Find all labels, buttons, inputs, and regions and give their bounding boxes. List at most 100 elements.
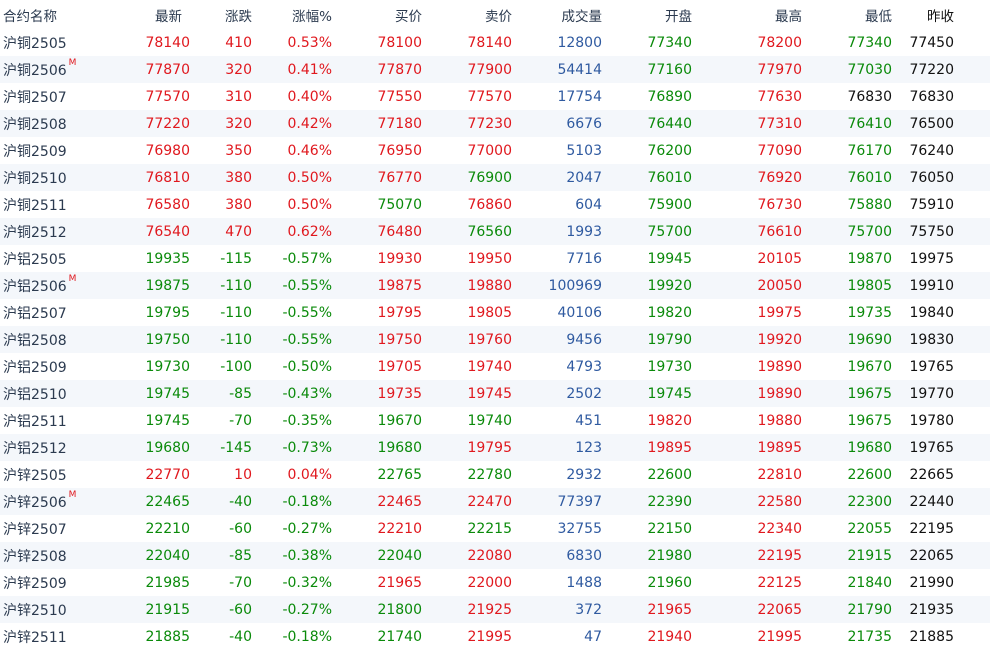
- contract-name-cell[interactable]: 沪铝2507: [0, 303, 80, 323]
- table-row[interactable]: 沪铜2510 76810 380 0.50% 76770 76900 2047 76010 76…: [0, 164, 990, 191]
- prev-close-cell: 77220: [909, 61, 954, 78]
- open-cell: 19790: [647, 331, 692, 348]
- table-row[interactable]: 沪锌2511 21885 -40 -0.18% 21740 21995 47 21940 219…: [0, 623, 990, 650]
- high-cell: 22195: [757, 547, 802, 564]
- table-row[interactable]: 沪铜2508 77220 320 0.42% 77180 77230 6676 76440 77…: [0, 110, 990, 137]
- header-open[interactable]: 开盘: [602, 5, 692, 25]
- volume-cell: 1993: [566, 223, 602, 240]
- low-cell: 75700: [847, 223, 892, 240]
- contract-name-cell[interactable]: 沪锌2510: [0, 600, 80, 620]
- open-cell: 77160: [647, 61, 692, 78]
- contract-name: 沪锌2507: [3, 521, 67, 538]
- table-row[interactable]: 沪铝2508 19750 -110 -0.55% 19750 19760 9456 19790…: [0, 326, 990, 353]
- table-row[interactable]: 沪铜2507 77570 310 0.40% 77550 77570 17754 76890 7…: [0, 83, 990, 110]
- contract-name-cell[interactable]: 沪铝2506 M: [0, 274, 80, 296]
- table-row[interactable]: 沪铜2505 78140 410 0.53% 78100 78140 12800 77340 7…: [0, 29, 990, 56]
- table-row[interactable]: 沪铜2511 76580 380 0.50% 75070 76860 604 75900 767…: [0, 191, 990, 218]
- table-row[interactable]: 沪锌2510 21915 -60 -0.27% 21800 21925 372 21965 22…: [0, 596, 990, 623]
- ask-cell: 77000: [467, 142, 512, 159]
- table-row[interactable]: 沪铝2510 19745 -85 -0.43% 19735 19745 2502 19745 1…: [0, 380, 990, 407]
- header-contract-name[interactable]: 合约名称: [0, 5, 80, 25]
- contract-name-cell[interactable]: 沪锌2511: [0, 627, 80, 647]
- prev-close-cell: 22195: [909, 520, 954, 537]
- volume-cell: 5103: [566, 142, 602, 159]
- ask-cell: 78140: [467, 34, 512, 51]
- table-row[interactable]: 沪锌2505 22770 10 0.04% 22765 22780 2932 22600 228…: [0, 461, 990, 488]
- contract-name-cell[interactable]: 沪锌2505: [0, 465, 80, 485]
- high-cell: 22580: [757, 493, 802, 510]
- ask-cell: 77230: [467, 115, 512, 132]
- table-row[interactable]: 沪锌2507 22210 -60 -0.27% 22210 22215 32755 22150…: [0, 515, 990, 542]
- change-percent-cell: -0.43%: [282, 385, 332, 402]
- change-cell: -110: [220, 331, 252, 348]
- contract-name-cell[interactable]: 沪铜2505: [0, 33, 80, 53]
- header-change[interactable]: 涨跌: [190, 5, 252, 25]
- table-row[interactable]: 沪铝2506 M 19875 -110 -0.55% 19875 19880 100969 19…: [0, 272, 990, 299]
- low-cell: 19805: [847, 277, 892, 294]
- ask-cell: 21995: [467, 628, 512, 645]
- low-cell: 19670: [847, 358, 892, 375]
- table-row[interactable]: 沪铜2509 76980 350 0.46% 76950 77000 5103 76200 77…: [0, 137, 990, 164]
- table-row[interactable]: 沪铜2506 M 77870 320 0.41% 77870 77900 54414 77160…: [0, 56, 990, 83]
- header-change-percent[interactable]: 涨幅%: [252, 5, 332, 25]
- open-cell: 22390: [647, 493, 692, 510]
- volume-cell: 2932: [566, 466, 602, 483]
- contract-name-cell[interactable]: 沪铜2508: [0, 114, 80, 134]
- table-row[interactable]: 沪铝2505 19935 -115 -0.57% 19930 19950 7716 19945…: [0, 245, 990, 272]
- header-last-price[interactable]: 最新: [80, 5, 190, 25]
- table-row[interactable]: 沪锌2509 21985 -70 -0.32% 21965 22000 1488 21960 2…: [0, 569, 990, 596]
- contract-name-cell[interactable]: 沪铜2512: [0, 222, 80, 242]
- contract-name-cell[interactable]: 沪锌2509: [0, 573, 80, 593]
- contract-name-cell[interactable]: 沪锌2508: [0, 546, 80, 566]
- last-price-cell: 76980: [145, 142, 190, 159]
- header-ask[interactable]: 卖价: [422, 5, 512, 25]
- change-percent-cell: 0.41%: [287, 61, 332, 78]
- last-price-cell: 19745: [145, 385, 190, 402]
- header-volume[interactable]: 成交量: [512, 5, 603, 25]
- contract-name-cell[interactable]: 沪铜2511: [0, 195, 80, 215]
- table-row[interactable]: 沪铝2511 19745 -70 -0.35% 19670 19740 451 19820 19…: [0, 407, 990, 434]
- low-cell: 19735: [847, 304, 892, 321]
- contract-name-cell[interactable]: 沪铝2511: [0, 411, 80, 431]
- high-cell: 19975: [757, 304, 802, 321]
- volume-cell: 47: [584, 628, 602, 645]
- contract-name-cell[interactable]: 沪锌2506 M: [0, 490, 80, 512]
- table-row[interactable]: 沪铝2509 19730 -100 -0.50% 19705 19740 4793 19730…: [0, 353, 990, 380]
- change-percent-cell: 0.62%: [287, 223, 332, 240]
- contract-name-cell[interactable]: 沪铝2512: [0, 438, 80, 458]
- bid-cell: 19795: [377, 304, 422, 321]
- contract-name: 沪铝2511: [3, 413, 67, 430]
- table-row[interactable]: 沪铜2512 76540 470 0.62% 76480 76560 1993 75700 76…: [0, 218, 990, 245]
- bid-cell: 19930: [377, 250, 422, 267]
- contract-name: 沪锌2511: [3, 629, 67, 646]
- contract-name-cell[interactable]: 沪铝2505: [0, 249, 80, 269]
- table-body: 沪铜2505 78140 410 0.53% 78100 78140 12800 77340 7…: [0, 29, 990, 650]
- contract-name-cell[interactable]: 沪锌2507: [0, 519, 80, 539]
- contract-name-cell[interactable]: 沪铜2506 M: [0, 58, 80, 80]
- bid-cell: 76950: [377, 142, 422, 159]
- prev-close-cell: 75750: [909, 223, 954, 240]
- header-prev-close[interactable]: 昨收: [892, 5, 972, 25]
- contract-name: 沪铜2506: [3, 62, 67, 79]
- change-cell: 310: [225, 88, 252, 105]
- table-row[interactable]: 沪锌2506 M 22465 -40 -0.18% 22465 22470 77397 2239…: [0, 488, 990, 515]
- table-row[interactable]: 沪铝2512 19680 -145 -0.73% 19680 19795 123 19895 1…: [0, 434, 990, 461]
- high-cell: 77090: [757, 142, 802, 159]
- contract-name-cell[interactable]: 沪铝2510: [0, 384, 80, 404]
- open-cell: 19745: [647, 385, 692, 402]
- last-price-cell: 78140: [145, 34, 190, 51]
- prev-close-cell: 21990: [909, 574, 954, 591]
- header-high[interactable]: 最高: [692, 5, 802, 25]
- table-row[interactable]: 沪锌2508 22040 -85 -0.38% 22040 22080 6830 21980 2…: [0, 542, 990, 569]
- header-low[interactable]: 最低: [802, 5, 892, 25]
- table-row[interactable]: 沪铝2507 19795 -110 -0.55% 19795 19805 40106 1982…: [0, 299, 990, 326]
- contract-name-cell[interactable]: 沪铝2508: [0, 330, 80, 350]
- contract-name-cell[interactable]: 沪铝2509: [0, 357, 80, 377]
- change-percent-cell: -0.55%: [282, 304, 332, 321]
- contract-name-cell[interactable]: 沪铜2510: [0, 168, 80, 188]
- header-bid[interactable]: 买价: [332, 5, 422, 25]
- contract-name-cell[interactable]: 沪铜2507: [0, 87, 80, 107]
- ask-cell: 19880: [467, 277, 512, 294]
- contract-name-cell[interactable]: 沪铜2509: [0, 141, 80, 161]
- change-cell: -60: [229, 601, 252, 618]
